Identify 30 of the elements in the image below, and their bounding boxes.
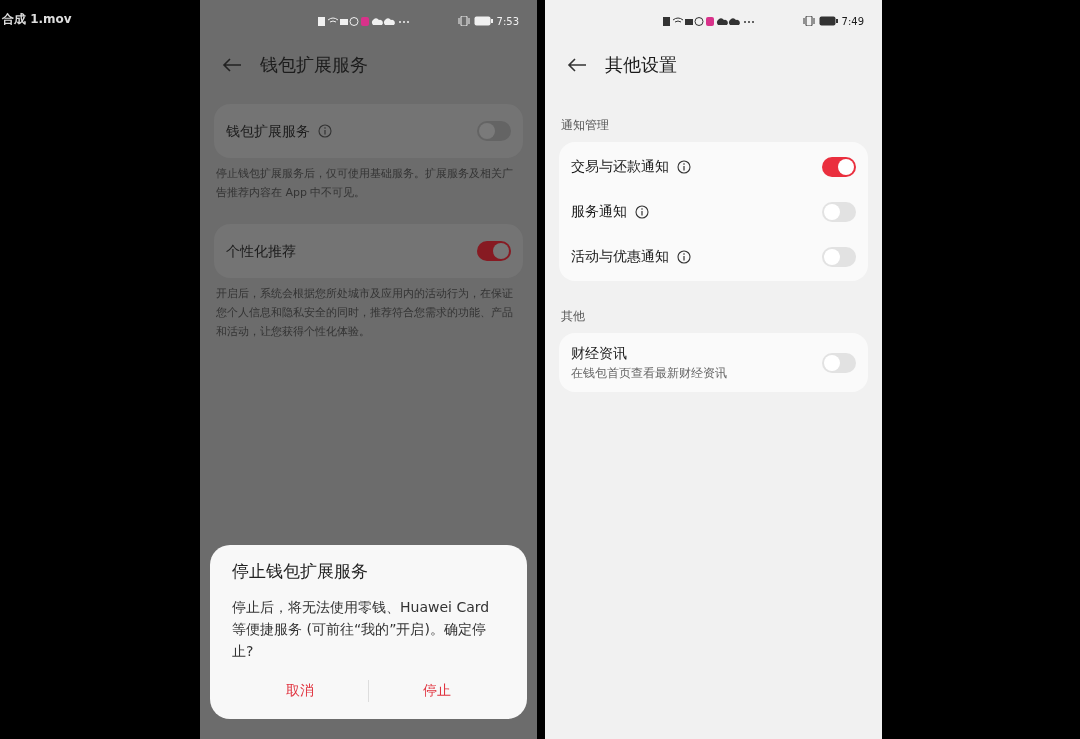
setting-label: 服务通知: [571, 202, 627, 221]
toggle-switch[interactable]: [477, 241, 511, 261]
info-icon[interactable]: [677, 249, 691, 264]
page-title: 其他设置: [605, 52, 677, 77]
info-icon[interactable]: [677, 159, 691, 174]
page-title: 钱包扩展服务: [260, 52, 368, 77]
toggle-switch[interactable]: [822, 156, 856, 177]
setting-label: 个性化推荐: [226, 241, 296, 261]
info-icon[interactable]: [635, 204, 649, 219]
status-time: 7:49: [841, 14, 864, 29]
battery-icon: [818, 16, 838, 26]
dialog-message: 停止后，将无法使用零钱、Huawei Card 等便捷服务 (可前往“我的”开启)。确定停止?: [232, 598, 491, 661]
dialog-title: 停止钱包扩展服务: [232, 559, 369, 583]
section-header: 通知管理: [561, 117, 610, 134]
toggle-switch[interactable]: [822, 201, 856, 222]
status-time: 7:53: [496, 14, 519, 29]
battery-icon: [473, 16, 493, 26]
vibrate-icon: [802, 16, 815, 26]
dialog-button[interactable]: 取消: [232, 674, 368, 707]
toggle-switch[interactable]: [822, 352, 856, 373]
setting-label: 财经资讯: [571, 344, 628, 363]
file-name: 合成 1.mov: [2, 11, 72, 28]
setting-label: 交易与还款通知: [571, 157, 669, 176]
section-header: 其他: [561, 308, 586, 325]
vibrate-icon: [457, 16, 470, 26]
toggle-switch[interactable]: [822, 246, 856, 267]
setting-label: 钱包扩展服务: [226, 121, 310, 141]
dialog-button[interactable]: 停止: [369, 674, 505, 707]
setting-label: 活动与优惠通知: [571, 247, 669, 266]
setting-description: 在钱包首页查看最新财经资讯: [571, 365, 727, 382]
